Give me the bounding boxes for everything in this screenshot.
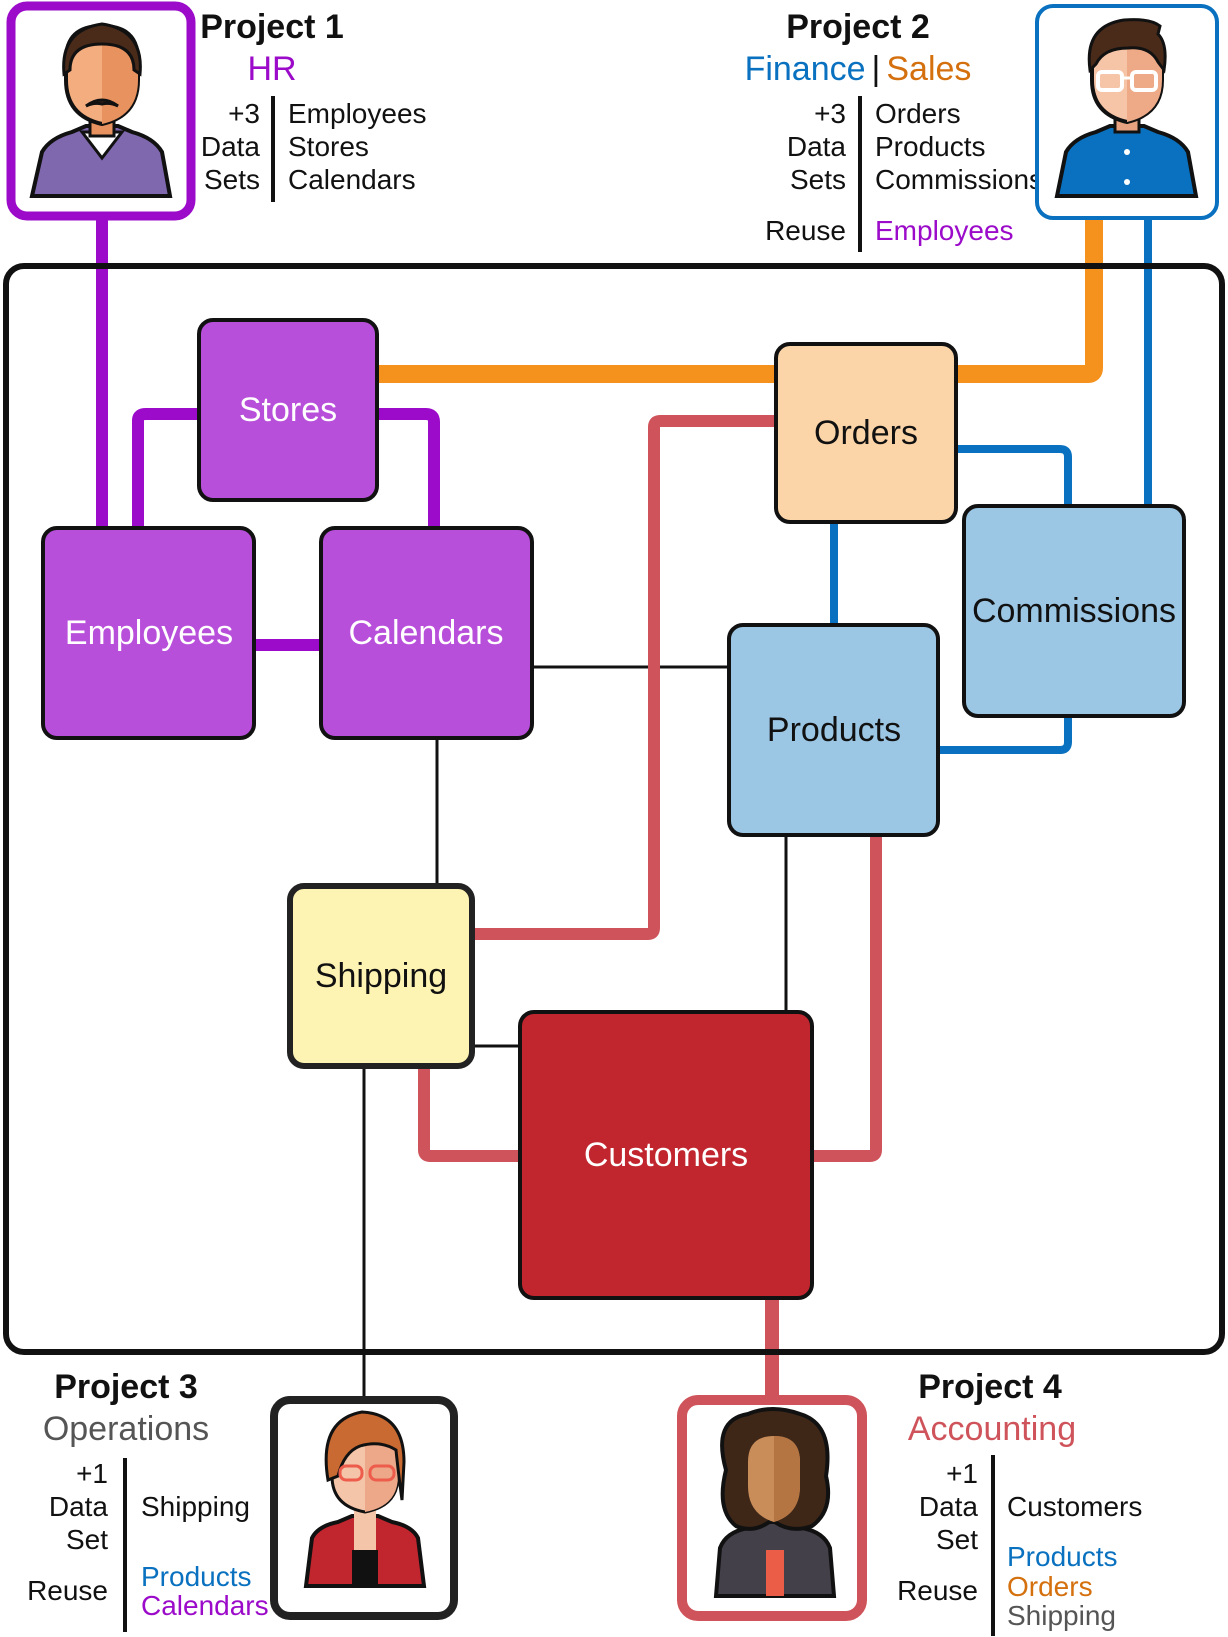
project4-reuse-item: Products (1007, 1541, 1118, 1572)
project3-reuse-item: Products (141, 1561, 252, 1592)
project2-title: Project 2 (786, 8, 930, 46)
project3-count-set: Set (66, 1524, 108, 1555)
project1-title: Project 1 (200, 8, 344, 46)
project2-count-sets: Sets (790, 164, 846, 195)
edge-shipping-customers-red (418, 1066, 520, 1162)
project3-dept: Operations (43, 1410, 209, 1448)
project2-dept-sales: Sales (886, 50, 971, 88)
project3-count: +1 (76, 1458, 108, 1489)
node-commissions[interactable]: Commissions (962, 504, 1186, 718)
project4-count: +1 (946, 1458, 978, 1489)
node-customers[interactable]: Customers (518, 1010, 814, 1300)
project1-dataset: Stores (288, 131, 369, 162)
project1-dataset: Calendars (288, 164, 416, 195)
project2-reuse-item: Employees (875, 215, 1014, 246)
node-shipping[interactable]: Shipping (287, 883, 475, 1069)
project4-reuse-item: Orders (1007, 1571, 1093, 1602)
project4-count-data: Data (919, 1491, 979, 1522)
project2-count-data: Data (787, 131, 847, 162)
node-commissions-label: Commissions (972, 592, 1176, 630)
node-customers-label: Customers (584, 1136, 748, 1174)
edge-stores-calendars (378, 408, 440, 530)
project3-reuse-item: Calendars (141, 1590, 269, 1621)
project3-count-data: Data (49, 1491, 109, 1522)
project1-count-data: Data (201, 131, 261, 162)
node-stores-label: Stores (239, 391, 337, 429)
project3-reuse-label: Reuse (27, 1575, 108, 1606)
project4-reuse-item: Shipping (1007, 1600, 1116, 1631)
project1-count: +3 (228, 98, 260, 129)
project3-dataset: Shipping (141, 1491, 250, 1522)
project4-reuse-label: Reuse (897, 1575, 978, 1606)
project2-dataset: Commissions (875, 164, 1043, 195)
project4-title: Project 4 (918, 1368, 1062, 1406)
project1-dept: HR (247, 50, 296, 88)
project2-dataset: Orders (875, 98, 961, 129)
project4-dept: Accounting (908, 1410, 1076, 1448)
dataset-nodes: Stores Employees Calendars Orders Commis… (41, 318, 1186, 1300)
project1-dataset: Employees (288, 98, 427, 129)
project-3: Project 3 Operations +1 Data Set Reuse S… (27, 1368, 458, 1632)
project2-dataset: Products (875, 131, 986, 162)
node-calendars[interactable]: Calendars (319, 526, 534, 740)
node-employees[interactable]: Employees (41, 526, 256, 740)
node-orders[interactable]: Orders (774, 342, 958, 524)
project4-count-set: Set (936, 1524, 978, 1555)
node-products[interactable]: Products (727, 623, 940, 837)
edge-employees-stores (132, 408, 200, 530)
project-1: Project 1 HR +3 Data Sets Employees Stor… (6, 1, 427, 221)
woman-curly-hair-avatar-icon (713, 1407, 837, 1598)
node-employees-label: Employees (65, 614, 233, 652)
project1-count-sets: Sets (204, 164, 260, 195)
node-stores[interactable]: Stores (197, 318, 379, 502)
edge-products-commissions (938, 716, 1072, 754)
node-orders-label: Orders (814, 414, 918, 452)
project2-dept: Finance | Sales (745, 50, 972, 88)
project2-reuse-label: Reuse (765, 215, 846, 246)
node-products-label: Products (767, 711, 901, 749)
node-shipping-label: Shipping (315, 957, 447, 995)
edge-products-customers-red (812, 834, 882, 1162)
project3-title: Project 3 (54, 1368, 198, 1406)
project2-count: +3 (814, 98, 846, 129)
project2-dept-separator: | (872, 50, 881, 88)
project4-dataset: Customers (1007, 1491, 1142, 1522)
node-calendars-label: Calendars (349, 614, 504, 652)
data-mesh-diagram: Stores Employees Calendars Orders Commis… (3, 1, 1225, 1636)
project-4: Project 4 Accounting +1 Data Set Reuse C… (677, 1368, 1142, 1636)
edge-orders-commissions (958, 445, 1072, 508)
project-2: Project 2 Finance | Sales +3 Data Sets Reu… (745, 4, 1219, 252)
project2-dept-finance: Finance (745, 50, 866, 88)
